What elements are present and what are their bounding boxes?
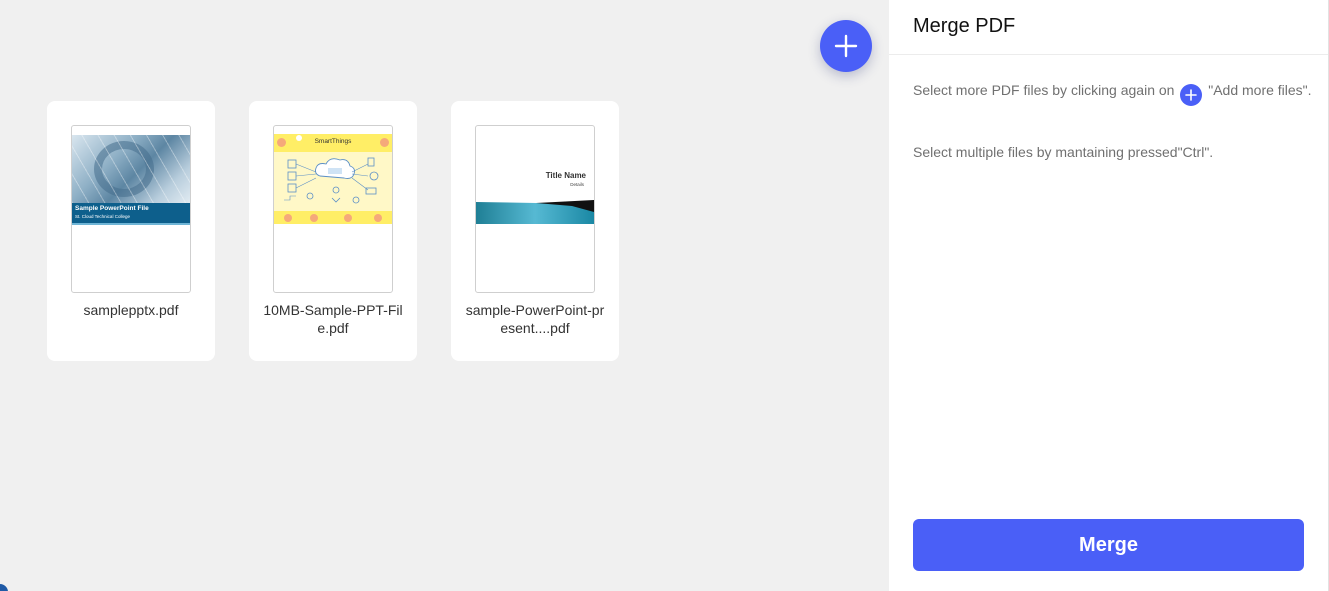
thumbnail-image: SmartThings [274,134,392,224]
file-thumbnail: Sample PowerPoint File St. Cloud Technic… [71,125,191,293]
help-text-multiselect: Select multiple files by mantaining pres… [913,144,1214,160]
file-workspace: Sample PowerPoint File St. Cloud Technic… [0,0,889,591]
thumbnail-title: Sample PowerPoint File [75,205,149,212]
file-name: samplepptx.pdf [83,302,179,318]
thumbnail-title: SmartThings [314,138,352,145]
help-text-add-more: Select more PDF files by clicking again … [913,79,1313,106]
thumbnail-swoosh [476,200,594,224]
thumbnail-banner: Sample PowerPoint File St. Cloud Technic… [72,203,190,223]
file-name: 10MB-Sample-PPT-File.pdf [263,302,403,336]
file-card[interactable]: SmartThings 10MB-Sample-PPT-File.pdf [249,101,417,361]
thumbnail-subtitle: St. Cloud Technical College [75,214,130,219]
status-indicator [0,584,8,591]
add-more-files-button[interactable] [820,20,872,72]
thumbnail-image [72,135,190,203]
file-card[interactable]: Sample PowerPoint File St. Cloud Technic… [47,101,215,361]
file-name: sample-PowerPoint-present....pdf [465,302,605,336]
file-thumbnail: SmartThings [273,125,393,293]
panel-title: Merge PDF [913,15,1016,37]
thumbnail-title: Title Name [545,171,586,180]
divider [889,54,1328,55]
thumbnail-subtitle: Details [570,182,584,187]
merge-button[interactable]: Merge [913,519,1304,571]
file-thumbnail: Title Name Details [475,125,595,293]
plus-icon [834,34,858,58]
diagram-graphic [284,157,379,204]
file-card[interactable]: Title Name Details sample-PowerPoint-pre… [451,101,619,361]
merge-panel: Merge PDF Select more PDF files by click… [889,0,1328,591]
plus-icon [1180,84,1203,106]
